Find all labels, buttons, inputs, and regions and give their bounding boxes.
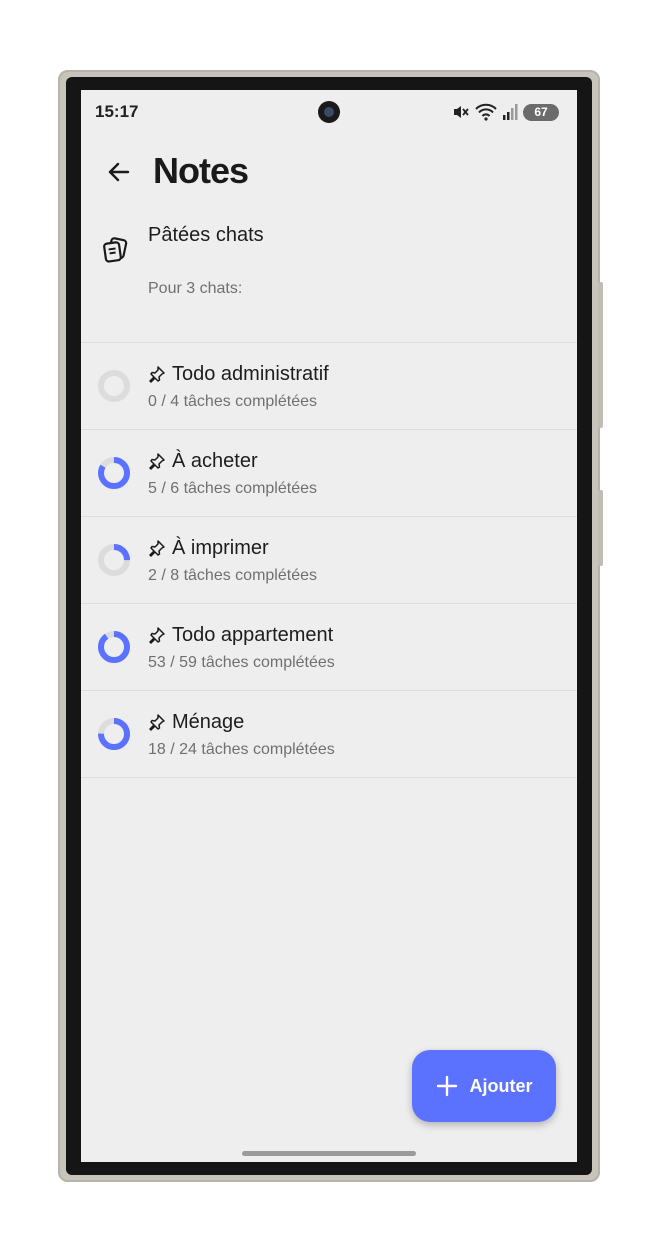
battery-level: 67	[534, 105, 548, 119]
task-header: Todo appartement	[148, 622, 333, 648]
progress-ring-icon	[98, 370, 130, 402]
pin-icon	[149, 714, 165, 731]
task-title: À imprimer	[172, 536, 269, 559]
wifi-icon	[475, 103, 497, 121]
task-progress-text: 2 / 8 tâches complétées	[148, 567, 317, 584]
front-camera	[318, 101, 340, 123]
task-title: Todo administratif	[172, 362, 329, 385]
note-title: Pâtées chats	[148, 224, 264, 246]
task-progress-text: 5 / 6 tâches complétées	[148, 480, 317, 497]
task-item[interactable]: Ménage 18 / 24 tâches complétées	[81, 691, 577, 777]
task-header: Ménage	[148, 709, 244, 735]
mute-icon	[454, 106, 469, 118]
task-progress-text: 18 / 24 tâches complétées	[148, 741, 335, 758]
task-item[interactable]: Todo administratif 0 / 4 tâches complétée…	[81, 343, 577, 429]
task-item[interactable]: Todo appartement 53 / 59 tâches complétée…	[81, 604, 577, 690]
back-button[interactable]	[103, 156, 135, 188]
task-header: Todo administratif	[148, 361, 329, 387]
task-header: À imprimer	[148, 535, 269, 561]
status-bar: 15:17 67	[81, 90, 577, 134]
volume-button	[598, 282, 603, 428]
signal-icon	[503, 104, 518, 120]
power-button	[598, 490, 603, 566]
task-title: Todo appartement	[172, 623, 334, 646]
task-title: Ménage	[172, 710, 245, 733]
task-title: À acheter	[172, 449, 258, 472]
page-title: Notes	[153, 150, 249, 191]
task-progress-text: 0 / 4 tâches complétées	[148, 393, 317, 410]
divider	[81, 777, 577, 778]
progress-ring-icon	[98, 631, 130, 663]
add-button[interactable]: Ajouter	[412, 1050, 556, 1122]
status-time: 15:17	[95, 102, 139, 121]
pin-icon	[149, 366, 165, 383]
pin-icon	[149, 540, 165, 557]
task-header: À acheter	[148, 448, 258, 474]
arrow-left-icon	[108, 162, 130, 182]
note-subtitle: Pour 3 chats:	[148, 280, 243, 297]
progress-ring-icon	[98, 457, 130, 489]
home-indicator[interactable]	[242, 1151, 416, 1156]
task-item[interactable]: À imprimer 2 / 8 tâches complétées	[81, 517, 577, 603]
plus-icon	[436, 1075, 457, 1097]
task-progress-text: 53 / 59 tâches complétées	[148, 654, 335, 671]
battery-icon: 67	[523, 103, 559, 121]
add-button-label: Ajouter	[469, 1075, 533, 1096]
notes-icon	[103, 237, 128, 263]
pin-icon	[149, 627, 165, 644]
status-icons: 67	[452, 102, 559, 122]
pin-icon	[149, 453, 165, 470]
app-bar: Notes	[81, 142, 577, 202]
progress-ring-icon	[98, 718, 130, 750]
task-item[interactable]: À acheter 5 / 6 tâches complétées	[81, 430, 577, 516]
app-screen: 15:17 67 Notes Pâtées chats Pour 3 chats…	[81, 90, 577, 1162]
note-item[interactable]: Pâtées chats Pour 3 chats:	[81, 220, 577, 342]
progress-ring-icon	[98, 544, 130, 576]
